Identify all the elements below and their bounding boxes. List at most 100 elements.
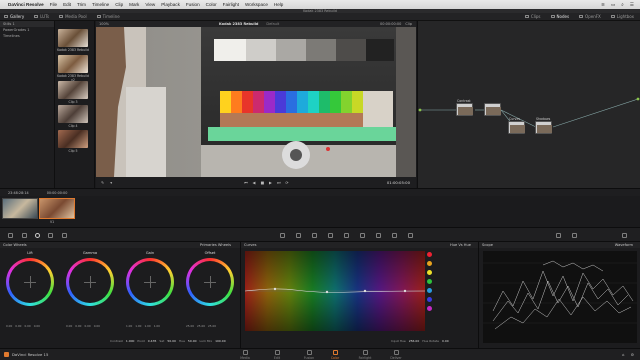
node-editor[interactable]: Contrast Curves Shadows bbox=[417, 21, 640, 188]
menu-help[interactable]: Help bbox=[274, 2, 283, 7]
menu-fairlight[interactable]: Fairlight bbox=[223, 2, 239, 7]
search-icon[interactable]: ⌕ bbox=[621, 2, 624, 7]
offset-values[interactable]: 25.00 25.00 25.00 bbox=[186, 324, 216, 328]
sizing-icon[interactable] bbox=[392, 233, 397, 238]
pencil-icon[interactable]: ✎ bbox=[101, 180, 104, 185]
menu-playback[interactable]: Playback bbox=[161, 2, 180, 7]
gallery-button[interactable]: Gallery bbox=[4, 14, 24, 19]
nodes-button[interactable]: Nodes bbox=[550, 14, 569, 19]
page-edit[interactable]: Edit bbox=[262, 350, 292, 360]
gain-wheel[interactable] bbox=[126, 258, 174, 306]
viewer-tools-icon[interactable]: ▾ bbox=[110, 180, 112, 185]
lift-wheel[interactable] bbox=[6, 258, 54, 306]
menu-timeline[interactable]: Timeline bbox=[92, 2, 109, 7]
home-icon[interactable]: ⌂ bbox=[622, 352, 624, 357]
wifi-icon[interactable]: ≋ bbox=[601, 2, 605, 8]
gamma-wheel[interactable] bbox=[66, 258, 114, 306]
tracker-icon[interactable] bbox=[328, 233, 333, 238]
menu-app-name[interactable]: DaVinci Resolve bbox=[8, 2, 44, 7]
gamma-values[interactable]: 0.00 0.00 0.00 0.00 bbox=[66, 324, 100, 328]
clips-button[interactable]: Clips bbox=[524, 14, 541, 19]
list-icon[interactable]: ☰ bbox=[630, 2, 634, 8]
rgb-mixer-icon[interactable] bbox=[48, 233, 53, 238]
battery-icon[interactable]: ▭ bbox=[611, 2, 615, 8]
timeline-button[interactable]: Timeline bbox=[96, 14, 120, 19]
media-pool-button[interactable]: Media Pool bbox=[59, 14, 87, 19]
key-icon[interactable] bbox=[376, 233, 381, 238]
page-fairlight[interactable]: Fairlight bbox=[350, 350, 380, 360]
still-thumbnail[interactable] bbox=[58, 29, 88, 47]
menu-fusion[interactable]: Fusion bbox=[186, 2, 200, 7]
node-02[interactable] bbox=[484, 103, 501, 116]
page-media[interactable]: Media bbox=[230, 350, 260, 360]
still-thumbnail[interactable] bbox=[58, 55, 88, 73]
hue-vs-hue-graph[interactable] bbox=[245, 251, 425, 331]
lift-values[interactable]: 0.00 0.00 0.00 0.00 bbox=[6, 324, 40, 328]
openfx-button[interactable]: OpenFX bbox=[579, 14, 601, 19]
lightbox-button[interactable]: Lightbox bbox=[610, 14, 634, 19]
magic-mask-icon[interactable] bbox=[344, 233, 349, 238]
still-thumbnail[interactable] bbox=[58, 105, 88, 123]
cyan-swatch[interactable] bbox=[427, 288, 432, 293]
qualifier-icon[interactable] bbox=[296, 233, 301, 238]
info-icon[interactable] bbox=[572, 233, 577, 238]
node-shadows[interactable]: Shadows bbox=[535, 117, 552, 134]
window-icon[interactable] bbox=[312, 233, 317, 238]
menu-trim[interactable]: Trim bbox=[77, 2, 86, 7]
node-curves[interactable]: Curves bbox=[508, 117, 525, 134]
offset-wheel[interactable] bbox=[186, 258, 234, 306]
still-thumbnail[interactable] bbox=[58, 81, 88, 99]
curves-icon[interactable] bbox=[280, 233, 285, 238]
sat-value[interactable]: 50.00 bbox=[167, 339, 176, 343]
viewer-clip-label[interactable]: Clip bbox=[405, 22, 412, 26]
last-frame-icon[interactable]: ⏭ bbox=[277, 180, 280, 185]
wheels-mode[interactable]: Primaries Wheels bbox=[200, 243, 231, 247]
still-thumbnail[interactable] bbox=[58, 130, 88, 148]
menu-edit[interactable]: Edit bbox=[63, 2, 71, 7]
magenta-swatch[interactable] bbox=[427, 306, 432, 311]
menu-color[interactable]: Color bbox=[206, 2, 217, 7]
page-deliver[interactable]: Deliver bbox=[381, 350, 411, 360]
loop-icon[interactable]: ⟳ bbox=[285, 180, 288, 185]
timeline-clip-thumb[interactable] bbox=[2, 198, 38, 219]
page-color[interactable]: Color bbox=[320, 350, 350, 360]
menu-file[interactable]: File bbox=[50, 2, 57, 7]
pivot-value[interactable]: 0.435 bbox=[148, 339, 157, 343]
scope-icon[interactable] bbox=[556, 233, 561, 238]
reverse-play-icon[interactable]: ◀ bbox=[253, 180, 256, 185]
input-hue-value[interactable]: 256.00 bbox=[409, 339, 420, 343]
red-swatch[interactable] bbox=[427, 252, 432, 257]
menu-clip[interactable]: Clip bbox=[115, 2, 123, 7]
contrast-value[interactable]: 1.000 bbox=[126, 339, 135, 343]
node-contrast[interactable]: Contrast bbox=[456, 99, 473, 116]
lum-mix-value[interactable]: 100.00 bbox=[215, 339, 226, 343]
menu-mark[interactable]: Mark bbox=[129, 2, 139, 7]
scope-mode[interactable]: Waveform bbox=[615, 243, 633, 247]
hue-rotate-value[interactable]: 0.00 bbox=[442, 339, 449, 343]
timelines-item[interactable]: Timelines bbox=[0, 33, 54, 39]
motion-effects-icon[interactable] bbox=[62, 233, 67, 238]
blue-swatch[interactable] bbox=[427, 297, 432, 302]
stop-icon[interactable]: ■ bbox=[260, 180, 264, 185]
luts-button[interactable]: LUTs bbox=[34, 14, 49, 19]
timeline-clip-thumb[interactable] bbox=[39, 198, 75, 219]
viewer-canvas[interactable] bbox=[96, 27, 418, 177]
color-match-icon[interactable] bbox=[22, 233, 27, 238]
color-wheels-icon[interactable] bbox=[35, 233, 40, 238]
menu-view[interactable]: View bbox=[145, 2, 155, 7]
hue-value[interactable]: 50.00 bbox=[188, 339, 197, 343]
gain-values[interactable]: 1.00 1.00 1.00 1.00 bbox=[126, 324, 160, 328]
blur-icon[interactable] bbox=[360, 233, 365, 238]
menu-workspace[interactable]: Workspace bbox=[245, 2, 268, 7]
settings-icon[interactable] bbox=[622, 233, 627, 238]
orange-swatch[interactable] bbox=[427, 261, 432, 266]
settings-gear-icon[interactable]: ⚙ bbox=[631, 352, 634, 357]
3d-icon[interactable] bbox=[408, 233, 413, 238]
yellow-swatch[interactable] bbox=[427, 270, 432, 275]
curves-mode[interactable]: Hue Vs Hue bbox=[450, 243, 471, 247]
play-icon[interactable]: ▶ bbox=[269, 180, 272, 185]
zoom-level[interactable]: 100% bbox=[99, 22, 109, 26]
first-frame-icon[interactable]: ⏮ bbox=[244, 180, 247, 185]
camera-raw-icon[interactable] bbox=[8, 233, 13, 238]
green-swatch[interactable] bbox=[427, 279, 432, 284]
